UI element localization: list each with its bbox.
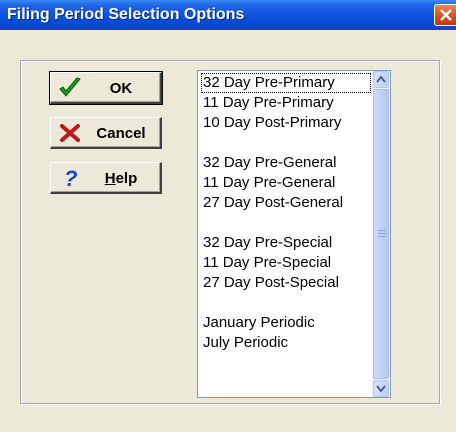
list-item[interactable]: January Periodic — [201, 313, 371, 333]
scroll-thumb[interactable] — [373, 89, 389, 379]
list-item[interactable]: 27 Day Post-Special — [201, 273, 371, 293]
chevron-down-icon — [376, 385, 386, 393]
list-item-blank[interactable] — [201, 213, 371, 233]
chevron-up-icon — [376, 75, 386, 83]
help-mnemonic: H — [104, 170, 116, 187]
help-label-rest: elp — [115, 170, 138, 187]
list-item[interactable]: 11 Day Pre-General — [201, 173, 371, 193]
scroll-up-button[interactable] — [373, 71, 389, 88]
thumb-grip — [378, 233, 386, 234]
thumb-grip — [378, 230, 386, 231]
list-item[interactable]: 11 Day Pre-Primary — [201, 93, 371, 113]
list-item-blank[interactable] — [201, 293, 371, 313]
ok-button-label: OK — [109, 80, 133, 97]
title-bar[interactable]: Filing Period Selection Options — [0, 0, 456, 30]
close-button[interactable] — [434, 4, 456, 26]
cancel-button-label: Cancel — [96, 125, 146, 142]
list-item[interactable]: 11 Day Pre-Special — [201, 253, 371, 273]
window-title: Filing Period Selection Options — [7, 6, 245, 23]
vertical-scrollbar[interactable] — [372, 71, 390, 397]
list-item-blank[interactable] — [201, 133, 371, 153]
list-item[interactable]: 32 Day Pre-Primary — [201, 73, 371, 93]
list-items: 32 Day Pre-Primary 11 Day Pre-Primary 10… — [201, 73, 371, 353]
x-icon — [60, 124, 80, 142]
checkmark-icon — [59, 77, 81, 97]
question-icon: ? — [64, 167, 77, 189]
close-icon — [440, 9, 452, 21]
list-item[interactable]: 32 Day Pre-Special — [201, 233, 371, 253]
help-button[interactable]: ? Help — [50, 162, 162, 194]
filing-period-list[interactable]: 32 Day Pre-Primary 11 Day Pre-Primary 10… — [197, 70, 391, 398]
scroll-down-button[interactable] — [373, 380, 389, 397]
cancel-button[interactable]: Cancel — [50, 117, 162, 149]
thumb-grip — [378, 236, 386, 237]
ok-button[interactable]: OK — [49, 71, 163, 105]
help-button-label: Help — [85, 170, 157, 187]
list-item[interactable]: 32 Day Pre-General — [201, 153, 371, 173]
list-item[interactable]: 27 Day Post-General — [201, 193, 371, 213]
list-item[interactable]: 10 Day Post-Primary — [201, 113, 371, 133]
list-item[interactable]: July Periodic — [201, 333, 371, 353]
svg-text:?: ? — [64, 167, 77, 189]
